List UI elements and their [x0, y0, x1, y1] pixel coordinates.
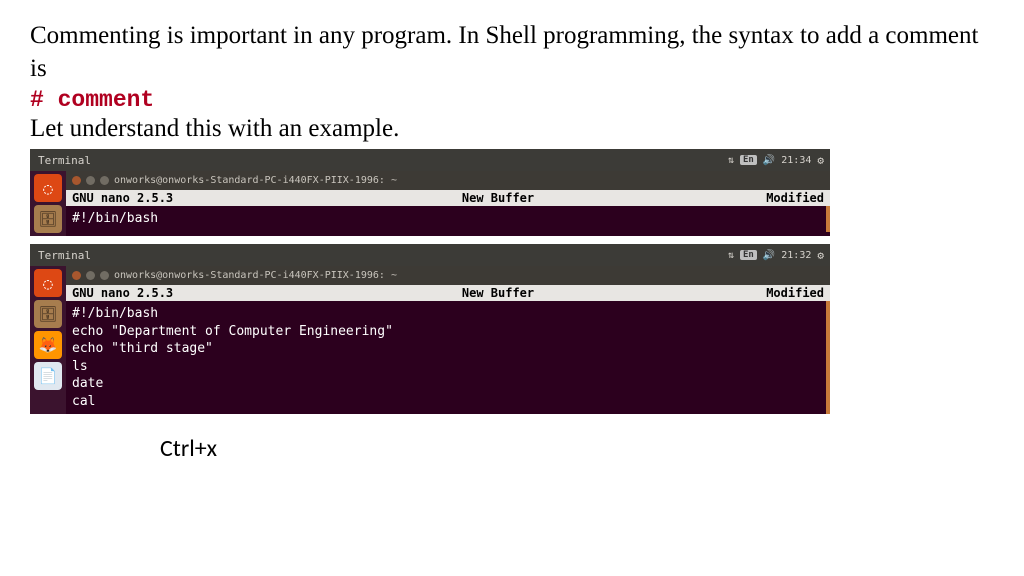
- code-content: #!/bin/bash echo "Department of Computer…: [66, 301, 830, 414]
- system-tray: ⇅ En 🔊 21:34 ⚙: [728, 154, 824, 167]
- clock: 21:32: [781, 250, 811, 261]
- launcher-bar: ◌ 🗄: [30, 171, 66, 236]
- window-title: Terminal: [38, 249, 91, 262]
- close-icon: [72, 176, 81, 185]
- terminal-tab-bar: onworks@onworks-Standard-PC-i440FX-PIIX-…: [66, 266, 830, 285]
- maximize-icon: [100, 176, 109, 185]
- nano-status: Modified: [724, 191, 824, 205]
- network-icon: ⇅: [728, 155, 734, 166]
- keyboard-shortcut: Ctrl+x: [160, 434, 994, 463]
- settings-icon: ⚙: [817, 249, 824, 262]
- window-title: Terminal: [38, 154, 91, 167]
- window-titlebar: Terminal ⇅ En 🔊 21:34 ⚙: [30, 149, 830, 171]
- window-titlebar: Terminal ⇅ En 🔊 21:32 ⚙: [30, 244, 830, 266]
- volume-icon: 🔊: [763, 155, 775, 166]
- heading-text: Commenting is important in any program. …: [30, 20, 994, 85]
- network-icon: ⇅: [728, 250, 734, 261]
- language-indicator: En: [740, 155, 757, 165]
- nano-header: GNU nano 2.5.3 New Buffer Modified: [66, 190, 830, 206]
- terminal-screenshot-1: Terminal ⇅ En 🔊 21:34 ⚙ ◌ 🗄 onworks@onwo…: [30, 149, 830, 236]
- settings-icon: ⚙: [817, 154, 824, 167]
- nano-buffer: New Buffer: [272, 286, 724, 300]
- document-icon: 📄: [34, 362, 62, 390]
- clock: 21:34: [781, 155, 811, 166]
- nano-header: GNU nano 2.5.3 New Buffer Modified: [66, 285, 830, 301]
- ubuntu-icon: ◌: [34, 269, 62, 297]
- firefox-icon: 🦊: [34, 331, 62, 359]
- close-icon: [72, 271, 81, 280]
- system-tray: ⇅ En 🔊 21:32 ⚙: [728, 249, 824, 262]
- nano-version: GNU nano 2.5.3: [72, 191, 272, 205]
- minimize-icon: [86, 271, 95, 280]
- files-icon: 🗄: [34, 300, 62, 328]
- volume-icon: 🔊: [763, 250, 775, 261]
- terminal-screenshot-2: Terminal ⇅ En 🔊 21:32 ⚙ ◌ 🗄 🦊 📄 onworks@…: [30, 244, 830, 414]
- example-intro: Let understand this with an example.: [30, 115, 994, 143]
- language-indicator: En: [740, 250, 757, 260]
- terminal-path: onworks@onworks-Standard-PC-i440FX-PIIX-…: [114, 175, 397, 186]
- minimize-icon: [86, 176, 95, 185]
- ubuntu-icon: ◌: [34, 174, 62, 202]
- nano-status: Modified: [724, 286, 824, 300]
- files-icon: 🗄: [34, 205, 62, 233]
- nano-version: GNU nano 2.5.3: [72, 286, 272, 300]
- terminal-tab-bar: onworks@onworks-Standard-PC-i440FX-PIIX-…: [66, 171, 830, 190]
- code-content: #!/bin/bash: [66, 206, 830, 232]
- terminal-path: onworks@onworks-Standard-PC-i440FX-PIIX-…: [114, 270, 397, 281]
- comment-syntax: # comment: [30, 87, 994, 113]
- nano-buffer: New Buffer: [272, 191, 724, 205]
- maximize-icon: [100, 271, 109, 280]
- launcher-bar: ◌ 🗄 🦊 📄: [30, 266, 66, 414]
